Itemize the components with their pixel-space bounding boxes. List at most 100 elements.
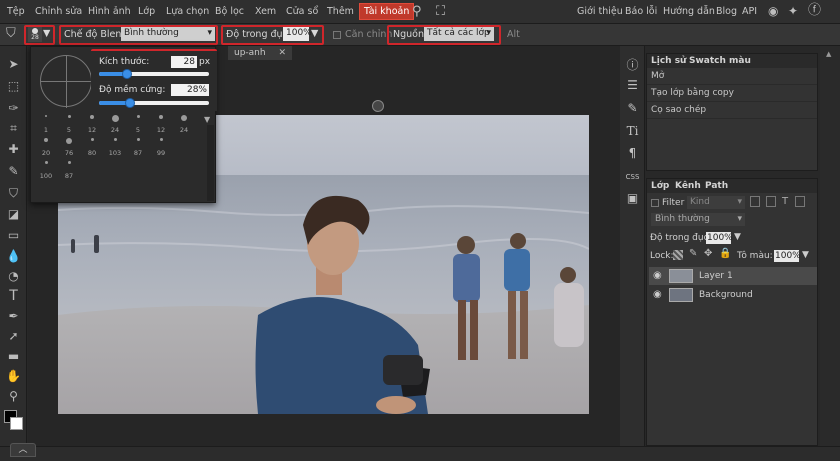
- brush-preset[interactable]: [173, 136, 195, 158]
- menu-select[interactable]: Lựa chọn: [166, 6, 209, 17]
- menu-file[interactable]: Tệp: [7, 6, 25, 17]
- fill-input[interactable]: 100%: [774, 250, 801, 262]
- brush-tool-icon[interactable]: ✎: [4, 163, 23, 179]
- blend-mode-select[interactable]: Bình thường ▾: [121, 27, 215, 41]
- history-row[interactable]: Cọ sao chép: [647, 102, 817, 119]
- tab-history[interactable]: Lịch sử: [651, 56, 686, 66]
- brush-angle-control[interactable]: [40, 55, 93, 108]
- fullscreen-icon[interactable]: ⛶: [436, 5, 445, 18]
- character-icon[interactable]: Ti: [624, 124, 641, 138]
- marquee-tool-icon[interactable]: ⬚: [4, 78, 23, 94]
- menu-filter[interactable]: Bộ lọc: [215, 6, 244, 17]
- opacity-dropdown-icon[interactable]: ▼: [311, 28, 318, 39]
- clone-stamp-icon[interactable]: ⛉: [4, 185, 23, 201]
- paragraph-icon[interactable]: ¶: [624, 146, 641, 160]
- close-icon[interactable]: ✕: [278, 48, 286, 58]
- size-slider-knob[interactable]: [122, 69, 132, 79]
- brush-preset[interactable]: 87: [127, 136, 149, 158]
- size-input[interactable]: 28: [171, 56, 197, 68]
- adjust-icon[interactable]: ☰: [624, 78, 641, 92]
- background-color-swatch[interactable]: [10, 417, 23, 430]
- kind-select[interactable]: Kind ▾: [687, 196, 745, 209]
- eye-icon[interactable]: ◉: [653, 270, 662, 281]
- tab-layers[interactable]: Lớp: [651, 181, 669, 191]
- lock-transparency-icon[interactable]: [673, 250, 683, 260]
- layer-opacity-input[interactable]: 100%: [706, 232, 733, 244]
- text-tool-icon[interactable]: T: [4, 288, 23, 304]
- brush-panel-icon[interactable]: ✎: [624, 101, 641, 115]
- history-row[interactable]: Tạo lớp bằng copy: [647, 85, 817, 102]
- brush-preset[interactable]: 12: [81, 113, 103, 135]
- document-tab[interactable]: up-anh ✕: [228, 46, 293, 60]
- pen-tool-icon[interactable]: ✒: [4, 308, 23, 324]
- menu-edit[interactable]: Chỉnh sửa: [35, 6, 82, 17]
- brush-preset[interactable]: 103: [104, 136, 126, 158]
- crop-tool-icon[interactable]: ⌗: [4, 120, 23, 136]
- brush-preset[interactable]: 87: [58, 159, 80, 181]
- menu-about[interactable]: Giới thiệu: [577, 6, 623, 17]
- image-icon[interactable]: ▣: [624, 191, 641, 205]
- brush-preset[interactable]: 20: [35, 136, 57, 158]
- brush-grid-scrollbar[interactable]: [207, 125, 214, 201]
- brush-preset[interactable]: 12: [150, 113, 172, 135]
- tab-channels[interactable]: Kênh: [675, 181, 701, 191]
- scroll-up-icon[interactable]: ▲: [826, 50, 831, 58]
- filter-pixel-icon[interactable]: [750, 196, 760, 207]
- layer-opacity-dropdown-icon[interactable]: ▼: [734, 232, 741, 242]
- menu-window[interactable]: Cửa sổ: [286, 6, 318, 17]
- move-tool-icon[interactable]: ➤: [4, 56, 23, 72]
- brush-preset[interactable]: 99: [150, 136, 172, 158]
- filter-adjust-icon[interactable]: [766, 196, 776, 207]
- lock-all-icon[interactable]: 🔒: [719, 248, 731, 259]
- twitter-icon[interactable]: ✦: [788, 5, 798, 17]
- brush-preset[interactable]: 5: [127, 113, 149, 135]
- gradient-tool-icon[interactable]: ▭: [4, 227, 23, 243]
- hand-tool-icon[interactable]: ✋: [4, 368, 23, 384]
- filter-shape-icon[interactable]: [795, 196, 805, 207]
- dodge-tool-icon[interactable]: ◔: [4, 268, 23, 284]
- tab-paths[interactable]: Path: [705, 181, 728, 191]
- filter-text-icon[interactable]: T: [782, 196, 788, 207]
- lasso-tool-icon[interactable]: ✑: [4, 100, 23, 116]
- shape-tool-icon[interactable]: ▬: [4, 348, 23, 364]
- fill-dropdown-icon[interactable]: ▼: [802, 250, 809, 260]
- menu-blog[interactable]: Blog: [716, 6, 737, 17]
- zoom-tool-icon[interactable]: ⚲: [4, 388, 23, 404]
- brush-preset[interactable]: 1: [35, 113, 57, 135]
- size-slider[interactable]: [99, 69, 209, 79]
- history-row[interactable]: Mở: [647, 68, 817, 85]
- opacity-input[interactable]: 100%: [283, 27, 312, 41]
- healing-tool-icon[interactable]: ✚: [4, 141, 23, 157]
- menu-account[interactable]: Tài khoản: [359, 3, 415, 20]
- eye-icon[interactable]: ◉: [653, 289, 662, 300]
- facebook-icon[interactable]: ⓕ: [808, 4, 821, 17]
- blur-tool-icon[interactable]: 💧: [4, 248, 23, 264]
- brush-preset[interactable]: 24: [173, 113, 195, 135]
- source-select[interactable]: Tất cả các lớp ▾: [424, 27, 494, 41]
- brush-picker-arrow-icon[interactable]: ▼: [43, 28, 50, 39]
- tab-swatches[interactable]: Swatch màu: [689, 56, 751, 66]
- menu-layer[interactable]: Lớp: [138, 6, 155, 17]
- align-checkbox[interactable]: [333, 31, 341, 39]
- hardness-input[interactable]: 28%: [171, 84, 209, 96]
- layer-blend-select[interactable]: Bình thường ▾: [651, 213, 745, 226]
- lock-paint-icon[interactable]: ✎: [689, 248, 697, 259]
- layer-row[interactable]: ◉ Layer 1: [649, 267, 817, 285]
- hardness-slider-knob[interactable]: [125, 98, 135, 108]
- path-select-icon[interactable]: ➚: [4, 328, 23, 344]
- brush-picker-button[interactable]: 28: [28, 27, 42, 42]
- brush-preset[interactable]: 100: [35, 159, 57, 181]
- lock-move-icon[interactable]: ✥: [704, 248, 712, 259]
- menu-api[interactable]: API: [742, 6, 757, 17]
- reddit-icon[interactable]: ◉: [768, 5, 778, 17]
- brush-preset[interactable]: 24: [104, 113, 126, 135]
- hardness-slider[interactable]: [99, 98, 209, 108]
- layer-row[interactable]: ◉ Background: [649, 286, 817, 304]
- css-icon[interactable]: CSS: [624, 173, 641, 181]
- brush-preset[interactable]: 76: [58, 136, 80, 158]
- menu-image[interactable]: Hình ảnh: [88, 6, 131, 17]
- filter-checkbox[interactable]: [651, 199, 659, 207]
- right-scrollbar[interactable]: ▲: [820, 46, 840, 446]
- menu-guide[interactable]: Hướng dẫn: [663, 6, 715, 17]
- menu-view[interactable]: Xem: [255, 6, 276, 17]
